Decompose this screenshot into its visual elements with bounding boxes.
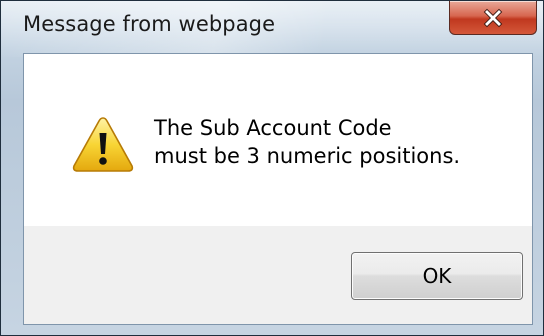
button-bar: OK: [24, 226, 532, 324]
close-icon: [483, 8, 503, 27]
message-dialog-window: Message from webpage The Sub Account Cod…: [0, 0, 544, 336]
warning-icon: [72, 117, 134, 172]
dialog-client-area: The Sub Account Code must be 3 numeric p…: [23, 53, 533, 325]
message-area: The Sub Account Code must be 3 numeric p…: [24, 54, 532, 226]
message-line-2: must be 3 numeric positions.: [154, 144, 461, 168]
message-line-1: The Sub Account Code: [154, 116, 392, 140]
message-text: The Sub Account Code must be 3 numeric p…: [154, 114, 460, 170]
ok-button[interactable]: OK: [351, 252, 523, 300]
close-button[interactable]: [449, 1, 537, 35]
window-title: Message from webpage: [23, 12, 276, 36]
title-bar[interactable]: Message from webpage: [1, 1, 543, 53]
